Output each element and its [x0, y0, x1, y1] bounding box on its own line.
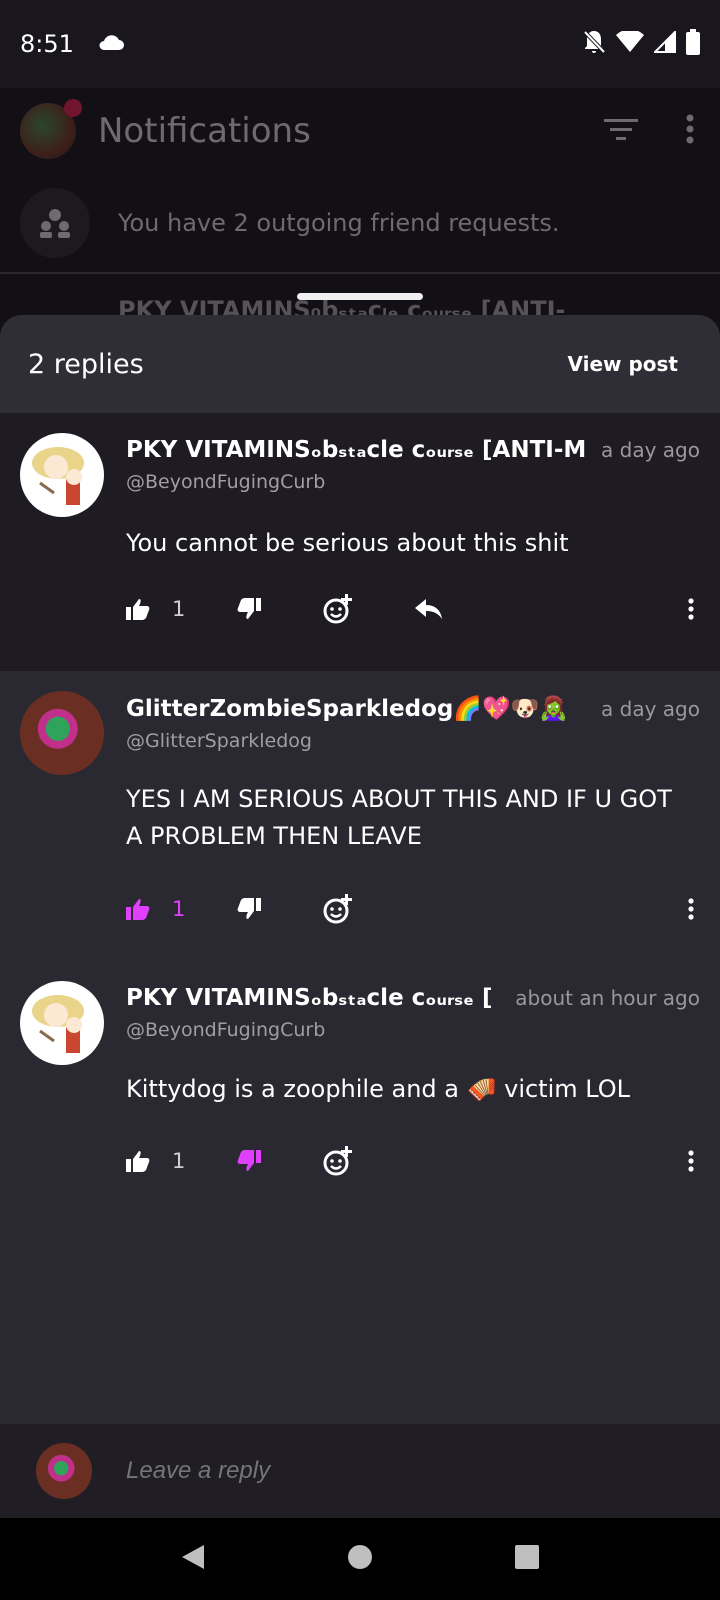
signal-icon: [652, 29, 676, 57]
add-reaction-icon: [323, 1146, 353, 1176]
notification-dot: [64, 99, 82, 117]
add-reaction-button[interactable]: [323, 894, 353, 924]
comment-text: Kittydog is a zoophile and a 🪗 victim LO…: [126, 1075, 631, 1103]
page-title: Notifications: [98, 111, 311, 151]
thumb-down-icon: [237, 1150, 262, 1171]
add-reaction-icon: [323, 594, 353, 624]
comment-time: about an hour ago: [515, 986, 700, 1010]
comment-author-name[interactable]: PKY VITAMINSₒbₛₜₐcle cₒᵤᵣₛₑ [: [126, 985, 501, 1011]
notifications-page: Notifications You have 2 outgoing friend…: [0, 88, 720, 340]
avatar[interactable]: [20, 691, 104, 775]
add-reaction-button[interactable]: [323, 1146, 353, 1176]
thumb-up-icon: [126, 899, 150, 920]
replies-sheet: 2 replies View post PKY VITAMINSₒbₛₜₐcle…: [0, 315, 720, 1518]
nav-back-icon[interactable]: [180, 1543, 206, 1575]
reply-item: PKY VITAMINSₒbₛₜₐcle cₒᵤᵣₛₑ [ about an h…: [0, 961, 720, 1231]
avatar[interactable]: [20, 981, 104, 1065]
app-bar: Notifications: [0, 88, 720, 174]
reply-input[interactable]: [126, 1457, 441, 1485]
avatar[interactable]: [20, 433, 104, 517]
system-nav-bar: [0, 1518, 720, 1600]
status-bar: 8:51: [0, 0, 720, 88]
like-button[interactable]: 1: [126, 1149, 185, 1173]
comment-actions: 1: [126, 889, 694, 929]
dislike-button[interactable]: [237, 1150, 262, 1172]
view-post-button[interactable]: View post: [553, 342, 692, 386]
more-vert-icon[interactable]: [686, 114, 694, 148]
group-icon: [20, 188, 90, 258]
more-vert-icon: [688, 1150, 694, 1172]
dislike-button[interactable]: [237, 598, 262, 620]
avatar: [36, 1443, 92, 1499]
thumb-down-icon: [237, 598, 262, 619]
like-count: 1: [172, 897, 186, 921]
nav-recents-icon[interactable]: [514, 1544, 540, 1574]
like-count: 1: [172, 1149, 186, 1173]
reply-bar: [0, 1424, 720, 1518]
more-vert-icon: [688, 598, 694, 620]
reply-button[interactable]: [415, 599, 443, 619]
comment-more-button[interactable]: [688, 898, 694, 920]
thumb-up-icon: [126, 1151, 150, 1172]
wifi-icon: [616, 29, 644, 57]
cloud-icon: [98, 33, 124, 55]
comment-author-name[interactable]: GlitterZombieSparkledog🌈💖🐶🧟‍♀️: [126, 695, 587, 722]
comment-actions: 1: [126, 1141, 694, 1181]
comment-author-handle[interactable]: @BeyondFugingCurb: [126, 471, 700, 493]
comment-author-handle[interactable]: @BeyondFugingCurb: [126, 1019, 700, 1041]
nav-home-icon[interactable]: [347, 1544, 373, 1574]
reply-icon: [415, 599, 443, 619]
like-count: 1: [172, 597, 186, 621]
like-button[interactable]: 1: [126, 897, 185, 921]
sheet-header: 2 replies View post: [0, 315, 720, 413]
friend-requests-text: You have 2 outgoing friend requests.: [118, 209, 560, 237]
comment-author-handle[interactable]: @GlitterSparkledog: [126, 730, 700, 752]
sheet-drag-handle[interactable]: [297, 293, 423, 300]
comment-author-name[interactable]: PKY VITAMINSₒbₛₜₐcle cₒᵤᵣₛₑ [ANTI-M: [126, 437, 587, 463]
add-reaction-icon: [323, 894, 353, 924]
comment-actions: 1: [126, 589, 694, 629]
profile-avatar[interactable]: [20, 99, 82, 159]
friend-requests-row[interactable]: You have 2 outgoing friend requests.: [0, 174, 720, 274]
comment-time: a day ago: [601, 697, 700, 721]
dislike-button[interactable]: [237, 898, 262, 920]
comment-text: YES I AM SERIOUS ABOUT THIS AND IF U GOT…: [126, 785, 672, 850]
comment-text: You cannot be serious about this shit: [126, 529, 569, 557]
thumb-down-icon: [237, 898, 262, 919]
status-time: 8:51: [20, 30, 74, 58]
sheet-title: 2 replies: [28, 348, 144, 380]
comment-time: a day ago: [601, 438, 700, 462]
filter-icon[interactable]: [604, 117, 638, 145]
comment-more-button[interactable]: [688, 598, 694, 620]
battery-icon: [686, 29, 700, 59]
comment-more-button[interactable]: [688, 1150, 694, 1172]
thumb-up-icon: [126, 599, 150, 620]
comment-parent: PKY VITAMINSₒbₛₜₐcle cₒᵤᵣₛₑ [ANTI-M a da…: [0, 413, 720, 671]
more-vert-icon: [688, 898, 694, 920]
reply-item: GlitterZombieSparkledog🌈💖🐶🧟‍♀️ a day ago…: [0, 671, 720, 961]
bell-off-icon: [582, 29, 606, 59]
like-button[interactable]: 1: [126, 597, 185, 621]
add-reaction-button[interactable]: [323, 594, 353, 624]
